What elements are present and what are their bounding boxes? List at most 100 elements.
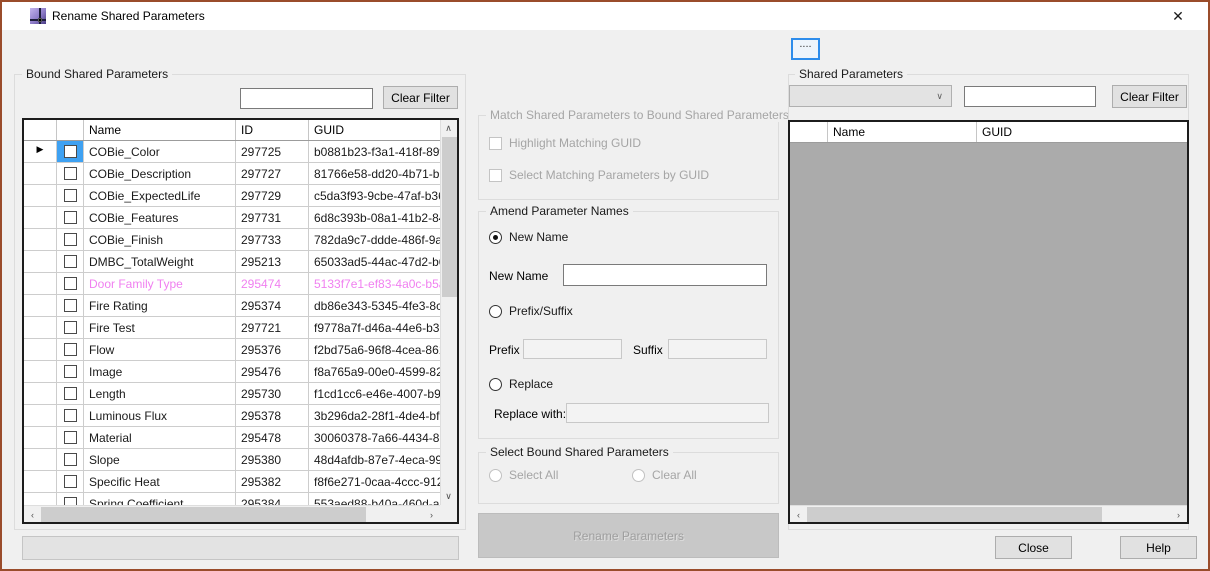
cell-guid[interactable]: db86e343-5345-4fe3-8ced- [309, 295, 440, 316]
table-row[interactable]: COBie_Description29772781766e58-dd20-4b7… [24, 163, 440, 185]
table-row[interactable]: DMBC_TotalWeight29521365033ad5-44ac-47d2… [24, 251, 440, 273]
cell-id[interactable]: 295380 [236, 449, 309, 470]
vscroll-thumb[interactable] [442, 137, 457, 297]
row-checkbox-cell[interactable] [57, 339, 84, 360]
table-row[interactable]: Spring Coefficient295384553aed88-b40a-46… [24, 493, 440, 505]
row-selector-cell[interactable] [24, 405, 57, 426]
scroll-left-icon[interactable]: ‹ [24, 506, 41, 523]
scroll-right-icon[interactable]: › [1170, 506, 1187, 523]
col-name[interactable]: Name [828, 122, 977, 142]
table-row[interactable]: Flow295376f2bd75a6-96f8-4cea-8614-e [24, 339, 440, 361]
row-checkbox-cell[interactable] [57, 405, 84, 426]
scroll-down-icon[interactable]: ∨ [440, 488, 457, 505]
radio-icon[interactable] [489, 305, 502, 318]
row-selector-cell[interactable] [24, 339, 57, 360]
row-checkbox[interactable] [64, 431, 77, 444]
cell-guid[interactable]: f8a765a9-00e0-4599-82a7- [309, 361, 440, 382]
bound-grid-hscrollbar[interactable]: ‹ › [24, 505, 440, 522]
cell-name[interactable]: COBie_Description [84, 163, 236, 184]
cell-id[interactable]: 297727 [236, 163, 309, 184]
cell-name[interactable]: COBie_Features [84, 207, 236, 228]
cell-guid[interactable]: 782da9c7-ddde-486f-9a3f-c [309, 229, 440, 250]
row-checkbox-cell[interactable] [57, 229, 84, 250]
cell-id[interactable]: 297721 [236, 317, 309, 338]
radio-icon[interactable] [489, 378, 502, 391]
cell-name[interactable]: Luminous Flux [84, 405, 236, 426]
row-checkbox-cell[interactable] [57, 361, 84, 382]
cell-id[interactable]: 297729 [236, 185, 309, 206]
bound-grid-vscrollbar[interactable]: ∧ ∨ [440, 120, 457, 505]
cell-id[interactable]: 295730 [236, 383, 309, 404]
table-row[interactable]: ▶COBie_Color297725b0881b23-f3a1-418f-89f… [24, 141, 440, 163]
row-checkbox-cell[interactable] [57, 273, 84, 294]
table-row[interactable]: Material29547830060378-7a66-4434-8c81 [24, 427, 440, 449]
shared-filter-input[interactable] [964, 86, 1096, 107]
cell-name[interactable]: Slope [84, 449, 236, 470]
table-row[interactable]: Luminous Flux2953783b296da2-28f1-4de4-bf… [24, 405, 440, 427]
row-checkbox-cell[interactable] [57, 427, 84, 448]
cell-guid[interactable]: f8f6e271-0caa-4ccc-9120-f [309, 471, 440, 492]
replace-radio[interactable]: Replace [489, 377, 553, 391]
cell-id[interactable]: 295382 [236, 471, 309, 492]
new-name-radio[interactable]: New Name [489, 230, 568, 244]
table-row[interactable]: Image295476f8a765a9-00e0-4599-82a7- [24, 361, 440, 383]
help-button[interactable]: Help [1120, 536, 1197, 559]
row-checkbox-cell[interactable] [57, 207, 84, 228]
cell-id[interactable]: 297731 [236, 207, 309, 228]
row-checkbox-cell[interactable] [57, 493, 84, 505]
row-checkbox[interactable] [64, 233, 77, 246]
hscroll-thumb[interactable] [41, 507, 366, 522]
cell-name[interactable]: Image [84, 361, 236, 382]
cell-id[interactable]: 297725 [236, 141, 309, 162]
row-selector-cell[interactable] [24, 383, 57, 404]
cell-name[interactable]: Specific Heat [84, 471, 236, 492]
row-checkbox[interactable] [64, 277, 77, 290]
row-checkbox-cell[interactable] [57, 141, 84, 162]
table-row[interactable]: COBie_Finish297733782da9c7-ddde-486f-9a3… [24, 229, 440, 251]
scroll-left-icon[interactable]: ‹ [790, 506, 807, 523]
table-row[interactable]: COBie_ExpectedLife297729c5da3f93-9cbe-47… [24, 185, 440, 207]
row-selector-cell[interactable] [24, 493, 57, 505]
cell-guid[interactable]: 30060378-7a66-4434-8c81 [309, 427, 440, 448]
row-checkbox[interactable] [64, 167, 77, 180]
table-row[interactable]: Specific Heat295382f8f6e271-0caa-4ccc-91… [24, 471, 440, 493]
col-guid[interactable]: GUID [977, 122, 1187, 142]
cell-guid[interactable]: f9778a7f-d46a-44e6-b30d-8 [309, 317, 440, 338]
close-icon[interactable]: ✕ [1164, 6, 1192, 26]
row-selector-cell[interactable] [24, 471, 57, 492]
scroll-up-icon[interactable]: ∧ [440, 120, 457, 137]
cell-name[interactable]: COBie_Color [84, 141, 236, 162]
cell-guid[interactable]: 5133f7e1-ef83-4a0c-b5ad-0 [309, 273, 440, 294]
row-selector-cell[interactable] [24, 361, 57, 382]
shared-grid-hscrollbar[interactable]: ‹ › [790, 505, 1187, 522]
bound-parameters-grid[interactable]: Name ID GUID ▶COBie_Color297725b0881b23-… [22, 118, 459, 524]
cell-id[interactable]: 297733 [236, 229, 309, 250]
row-checkbox[interactable] [64, 387, 77, 400]
cell-id[interactable]: 295384 [236, 493, 309, 505]
row-checkbox[interactable] [64, 497, 77, 505]
table-row[interactable]: Fire Rating295374db86e343-5345-4fe3-8ced… [24, 295, 440, 317]
row-checkbox[interactable] [64, 365, 77, 378]
cell-guid[interactable]: c5da3f93-9cbe-47af-b36f-4 [309, 185, 440, 206]
cell-name[interactable]: Flow [84, 339, 236, 360]
cell-id[interactable]: 295213 [236, 251, 309, 272]
hscroll-thumb[interactable] [807, 507, 1102, 522]
row-checkbox-cell[interactable] [57, 251, 84, 272]
row-checkbox-cell[interactable] [57, 317, 84, 338]
row-checkbox[interactable] [64, 321, 77, 334]
cell-id[interactable]: 295474 [236, 273, 309, 294]
browse-shared-parameters-button[interactable]: .... [791, 38, 820, 60]
row-selector-cell[interactable] [24, 449, 57, 470]
row-checkbox[interactable] [64, 211, 77, 224]
cell-name[interactable]: Fire Test [84, 317, 236, 338]
table-row[interactable]: Slope29538048d4afdb-87e7-4eca-9914- [24, 449, 440, 471]
row-checkbox-cell[interactable] [57, 383, 84, 404]
cell-id[interactable]: 295476 [236, 361, 309, 382]
cell-name[interactable]: Fire Rating [84, 295, 236, 316]
row-checkbox[interactable] [64, 255, 77, 268]
cell-name[interactable]: COBie_Finish [84, 229, 236, 250]
new-name-input[interactable] [563, 264, 767, 286]
row-checkbox[interactable] [64, 145, 77, 158]
cell-guid[interactable]: 81766e58-dd20-4b71-b0e5 [309, 163, 440, 184]
row-checkbox[interactable] [64, 409, 77, 422]
